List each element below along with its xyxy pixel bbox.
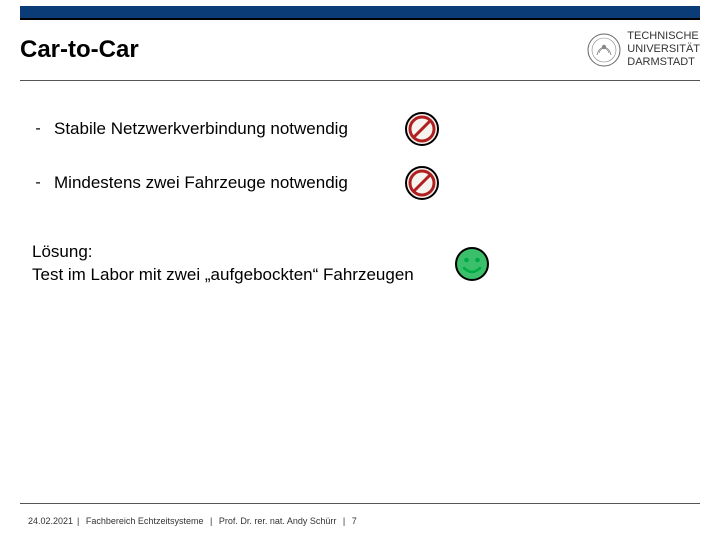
page-title: Car-to-Car	[20, 36, 139, 64]
university-logo: TECHNISCHE UNIVERSITÄT DARMSTADT	[587, 30, 700, 70]
prohibited-icon	[404, 111, 440, 147]
footer-author: Prof. Dr. rer. nat. Andy Schürr	[219, 516, 337, 526]
brand-top-bar	[20, 6, 700, 18]
footer-department: Fachbereich Echtzeitsysteme	[86, 516, 204, 526]
prohibited-icon	[404, 165, 440, 201]
slide-footer: 24.02.2021| Fachbereich Echtzeitsysteme …	[28, 516, 357, 526]
slide-header: Car-to-Car TECHNISCHE UNIVERSITÄT DARMST…	[0, 20, 720, 80]
footer-rule	[20, 503, 700, 504]
logo-line-1: TECHNISCHE	[627, 30, 700, 43]
solution-label: Lösung:	[32, 241, 414, 264]
slide-body: - Stabile Netzwerkverbindung notwendig -…	[0, 81, 720, 287]
solution-body: Test im Labor mit zwei „aufgebockten“ Fa…	[32, 264, 414, 287]
bullet-text: Mindestens zwei Fahrzeuge notwendig	[54, 173, 384, 193]
list-item: - Mindestens zwei Fahrzeuge notwendig	[32, 165, 688, 201]
list-item: - Stabile Netzwerkverbindung notwendig	[32, 111, 688, 147]
solution-row: Lösung: Test im Labor mit zwei „aufgeboc…	[32, 241, 688, 287]
smiley-icon	[454, 246, 490, 282]
logo-line-3: DARMSTADT	[627, 56, 700, 69]
footer-date: 24.02.2021	[28, 516, 73, 526]
athena-seal-icon	[587, 33, 621, 67]
logo-text: TECHNISCHE UNIVERSITÄT DARMSTADT	[627, 30, 700, 70]
logo-line-2: UNIVERSITÄT	[627, 43, 700, 56]
footer-page: 7	[352, 516, 357, 526]
solution-text: Lösung: Test im Labor mit zwei „aufgeboc…	[32, 241, 414, 287]
bullet-dash: -	[32, 120, 44, 138]
bullet-dash: -	[32, 174, 44, 192]
bullet-text: Stabile Netzwerkverbindung notwendig	[54, 119, 384, 139]
